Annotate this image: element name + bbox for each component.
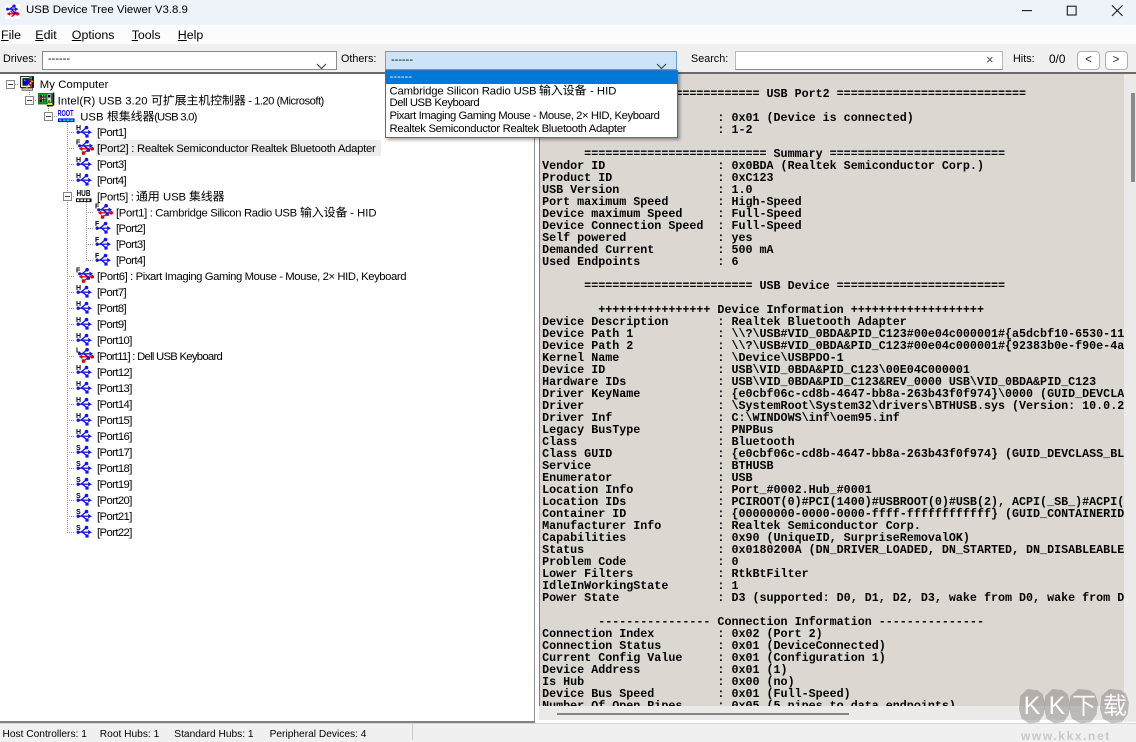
svg-text:H: H [76,317,81,324]
svg-text:F: F [95,221,100,228]
svg-text:H: H [76,397,81,404]
svg-text:H: H [76,413,81,420]
svg-text:S: S [76,509,81,516]
svg-text:H: H [76,285,81,292]
svg-text:F: F [95,203,100,210]
svg-text:H: H [76,157,81,164]
svg-text:H: H [76,381,81,388]
svg-text:F: F [95,253,100,260]
svg-text:ROOT: ROOT [58,109,74,118]
svg-text:S: S [76,477,81,484]
svg-text:F: F [76,267,81,274]
svg-text:F: F [76,139,81,146]
svg-text:H: H [76,301,81,308]
svg-text:H: H [76,429,81,436]
svg-text:HUB: HUB [77,189,91,198]
svg-text:S: S [76,445,81,452]
svg-text:S: S [76,493,81,500]
svg-text:H: H [76,125,81,132]
svg-text:S: S [76,525,81,532]
svg-text:H: H [76,333,81,340]
svg-text:F: F [95,237,100,244]
svg-text:S: S [76,461,81,468]
svg-text:H: H [76,173,81,180]
svg-text:H: H [76,365,81,372]
svg-text:L: L [76,347,81,354]
